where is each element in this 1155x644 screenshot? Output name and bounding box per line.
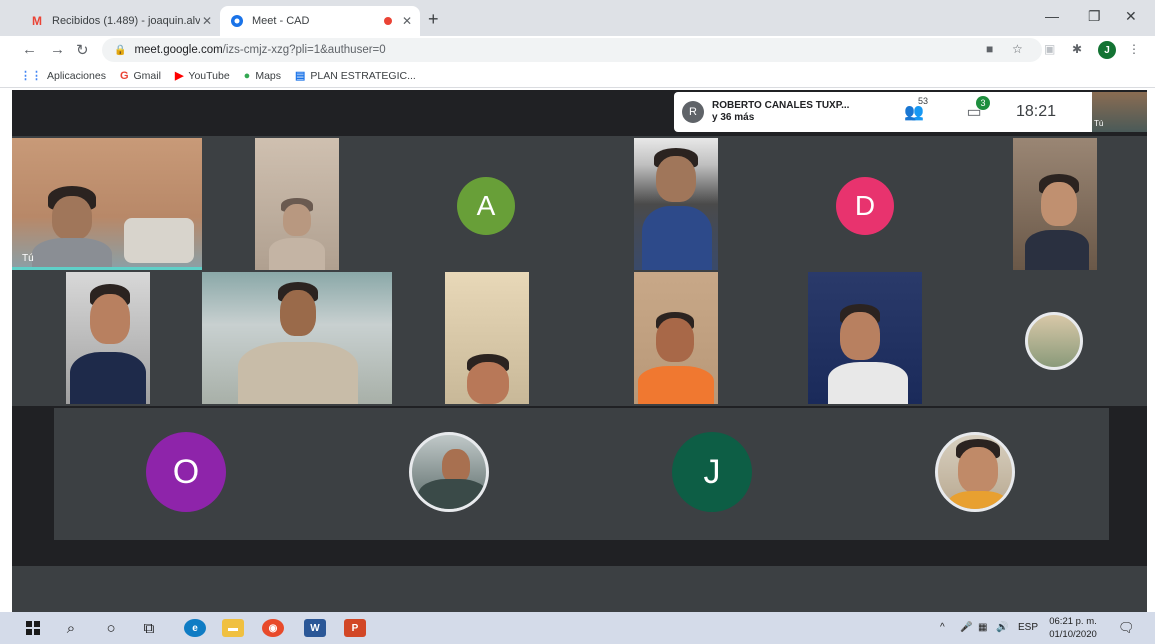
participants-count: 53	[918, 96, 929, 106]
address-bar[interactable]: 🔒 meet.google.com /izs-cmjz-xzg?pli=1&au…	[102, 38, 1042, 62]
chat-count-badge: 3	[976, 96, 990, 110]
tab-meet[interactable]: Meet - CAD ✕	[220, 6, 420, 36]
network-icon[interactable]: ▦	[978, 622, 987, 633]
participant-avatar-j[interactable]: J	[672, 432, 752, 512]
meet-clock: 18:21	[1016, 103, 1057, 120]
background-object	[124, 218, 194, 263]
mic-icon[interactable]: 🎤	[960, 622, 972, 633]
edge-icon[interactable]: e	[184, 619, 206, 637]
bookmark-label: Aplicaciones	[47, 69, 106, 82]
participant-tile[interactable]	[202, 272, 392, 404]
participant-tile[interactable]	[634, 138, 718, 270]
minimize-button[interactable]: —	[1045, 8, 1059, 24]
presenter-text: ROBERTO CANALES TUXP... y 36 más	[712, 100, 849, 124]
powerpoint-icon[interactable]: P	[344, 619, 366, 637]
bookmarks-bar: ⋮⋮ Aplicaciones G Gmail ▶ YouTube ● Maps…	[0, 64, 1155, 88]
bookmark-maps[interactable]: ● Maps	[244, 70, 281, 82]
participant-avatar-d[interactable]: D	[836, 177, 894, 235]
chrome-icon[interactable]: ◉	[262, 619, 284, 637]
presenter-chip[interactable]: R ROBERTO CANALES TUXP... y 36 más	[674, 92, 884, 132]
participant-tile[interactable]	[255, 138, 339, 270]
doc-icon: ▤	[295, 70, 306, 82]
speaking-indicator	[12, 267, 202, 270]
tab-gmail[interactable]: M Recibidos (1.489) - joaquin.alvarez ✕	[20, 6, 220, 36]
search-icon[interactable]: ⌕	[60, 619, 82, 637]
gmail-icon: M	[32, 14, 42, 28]
url-host: meet.google.com	[134, 44, 223, 56]
self-preview-thumbnail[interactable]: Tú	[1092, 92, 1147, 132]
participant-avatar-photo[interactable]	[1025, 312, 1083, 370]
bookmark-gmail[interactable]: G Gmail	[120, 70, 161, 82]
browser-tab-strip: M Recibidos (1.489) - joaquin.alvarez ✕ …	[0, 0, 1155, 36]
windows-start-icon[interactable]	[22, 619, 44, 637]
puzzle-icon[interactable]: ✱	[1072, 42, 1082, 56]
meet-info-bar: 👥 53 ▭ 3 18:21	[884, 92, 1092, 132]
system-clock[interactable]: 06:21 p. m. 01/10/2020	[1042, 615, 1104, 641]
camera-icon[interactable]: ■	[986, 42, 993, 56]
maps-pin-icon: ●	[243, 69, 251, 82]
participant-avatar-o[interactable]: O	[146, 432, 226, 512]
tab-title: Meet - CAD	[252, 15, 310, 27]
youtube-icon: ▶	[174, 70, 184, 82]
apps-grid-icon: ⋮⋮	[20, 70, 42, 82]
url-path: /izs-cmjz-xzg?pli=1&authuser=0	[222, 44, 386, 56]
meet-top-bar: R ROBERTO CANALES TUXP... y 36 más 👥 53 …	[12, 90, 1147, 136]
presenter-name: ROBERTO CANALES TUXP...	[712, 100, 850, 111]
bookmark-youtube[interactable]: ▶ YouTube	[174, 69, 230, 83]
participant-tile[interactable]	[634, 272, 718, 404]
participant-tile[interactable]	[1013, 138, 1097, 270]
lock-icon: 🔒	[114, 44, 127, 56]
bookmark-apps[interactable]: ⋮⋮ Aplicaciones	[20, 69, 106, 83]
close-tab-icon[interactable]: ✕	[202, 14, 212, 28]
participant-avatar-photo[interactable]	[409, 432, 489, 512]
extension-icon[interactable]: ▣	[1044, 42, 1055, 56]
bookmark-star-icon[interactable]: ☆	[1012, 42, 1023, 56]
recording-icon	[384, 17, 392, 25]
presenter-avatar: R	[682, 101, 704, 123]
participant-tile[interactable]	[445, 272, 529, 404]
profile-avatar[interactable]: J	[1098, 41, 1116, 59]
word-icon[interactable]: W	[304, 619, 326, 637]
participants-button[interactable]: 👥 53	[884, 96, 944, 122]
close-tab-icon[interactable]: ✕	[402, 14, 412, 28]
new-tab-button[interactable]: +	[428, 9, 439, 30]
participant-tile[interactable]	[808, 272, 922, 404]
self-thumb-label: Tú	[1094, 119, 1104, 128]
bookmark-label: Maps	[255, 69, 282, 82]
restore-button[interactable]: ❐	[1088, 8, 1101, 25]
language-indicator[interactable]: ESP	[1018, 622, 1038, 633]
windows-taskbar: ⌕ ○ ⧉ e ▬ ◉ W P ^ 🎤 ▦ 🔊 ESP 06:21 p. m. …	[0, 612, 1155, 644]
menu-kebab-icon[interactable]: ⋮	[1128, 42, 1140, 56]
file-explorer-icon[interactable]: ▬	[222, 619, 244, 637]
bookmark-plan[interactable]: ▤ PLAN ESTRATEGIC...	[295, 69, 416, 83]
notifications-icon[interactable]: 🗨	[1118, 620, 1135, 636]
close-window-button[interactable]: ✕	[1125, 8, 1137, 25]
cortana-icon[interactable]: ○	[100, 619, 122, 637]
tab-title: Recibidos (1.489) - joaquin.alvarez	[52, 15, 200, 27]
browser-toolbar: ← → ↻ 🔒 meet.google.com /izs-cmjz-xzg?pl…	[0, 36, 1155, 64]
bookmark-label: Gmail	[133, 69, 161, 82]
meet-call-area: R ROBERTO CANALES TUXP... y 36 más 👥 53 …	[12, 90, 1147, 612]
meet-icon	[230, 14, 244, 28]
google-g-icon: G	[119, 69, 129, 82]
forward-arrow-icon[interactable]: →	[50, 41, 65, 58]
participant-avatar-photo[interactable]	[935, 432, 1015, 512]
participant-avatar-a[interactable]: A	[457, 177, 515, 235]
self-tile-label: Tú	[22, 253, 34, 264]
tray-chevron-icon[interactable]: ^	[940, 622, 945, 633]
presenter-more: y 36 más	[712, 112, 755, 123]
chat-button[interactable]: ▭ 3	[944, 96, 1004, 122]
reload-icon[interactable]: ↻	[76, 41, 89, 59]
volume-icon[interactable]: 🔊	[996, 622, 1008, 633]
participant-tile-self[interactable]: Tú	[12, 138, 202, 270]
system-date: 01/10/2020	[1049, 629, 1097, 640]
system-time: 06:21 p. m.	[1049, 616, 1097, 627]
task-view-icon[interactable]: ⧉	[138, 619, 160, 637]
participant-tile[interactable]	[66, 272, 150, 404]
back-arrow-icon[interactable]: ←	[22, 41, 37, 58]
bookmark-label: YouTube	[188, 69, 230, 82]
bookmark-label: PLAN ESTRATEGIC...	[310, 69, 416, 82]
